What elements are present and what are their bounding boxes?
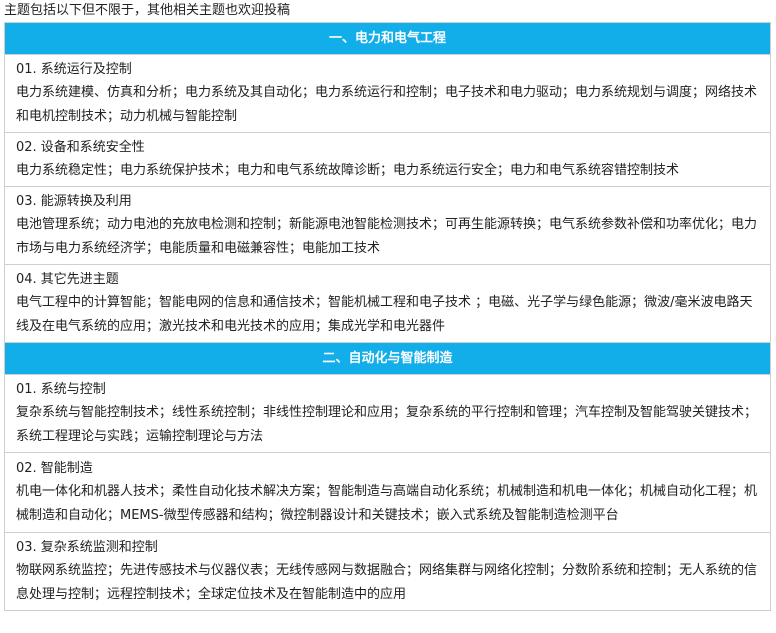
- topic-item: 01. 系统与控制 复杂系统与智能控制技术；线性系统控制；非线性控制理论和应用；…: [5, 375, 770, 453]
- topic-item: 02. 设备和系统安全性 电力系统稳定性；电力系统保护技术；电力和电气系统故障诊…: [5, 133, 770, 187]
- topic-description: 物联网系统监控；先进传感技术与仪器仪表；无线传感网与数据融合；网络集群与网络化控…: [16, 563, 758, 602]
- topic-title: 02. 智能制造: [16, 461, 93, 476]
- topic-item: 03. 复杂系统监测和控制 物联网系统监控；先进传感技术与仪器仪表；无线传感网与…: [5, 533, 770, 610]
- topic-item: 01. 系统运行及控制 电力系统建模、仿真和分析；电力系统及其自动化；电力系统运…: [5, 55, 770, 133]
- topic-description: 电力系统建模、仿真和分析；电力系统及其自动化；电力系统运行和控制；电子技术和电力…: [16, 85, 758, 124]
- topic-title: 03. 复杂系统监测和控制: [16, 540, 158, 555]
- topic-item: 03. 能源转换及利用 电池管理系统；动力电池的充放电检测和控制；新能源电池智能…: [5, 187, 770, 265]
- topic-title: 04. 其它先进主题: [16, 272, 119, 287]
- topic-description: 复杂系统与智能控制技术；线性系统控制；非线性控制理论和应用；复杂系统的平行控制和…: [16, 405, 758, 444]
- topic-description: 机电一体化和机器人技术；柔性自动化技术解决方案；智能制造与高端自动化系统；机械制…: [16, 484, 758, 523]
- topics-table: 一、电力和电气工程 01. 系统运行及控制 电力系统建模、仿真和分析；电力系统及…: [4, 22, 771, 611]
- topic-title: 01. 系统运行及控制: [16, 62, 132, 77]
- topic-description: 电力系统稳定性；电力系统保护技术；电力和电气系统故障诊断；电力系统运行安全；电力…: [16, 163, 680, 178]
- topic-item: 02. 智能制造 机电一体化和机器人技术；柔性自动化技术解决方案；智能制造与高端…: [5, 453, 770, 533]
- section-header-electrical: 一、电力和电气工程: [5, 23, 770, 55]
- intro-text: 主题包括以下但不限于，其他相关主题也欢迎投稿: [4, 3, 291, 18]
- section-header-automation: 二、自动化与智能制造: [5, 343, 770, 375]
- topic-item: 04. 其它先进主题 电气工程中的计算智能；智能电网的信息和通信技术；智能机械工…: [5, 265, 770, 343]
- topic-description: 电气工程中的计算智能；智能电网的信息和通信技术；智能机械工程和电子技术 ；电磁、…: [16, 295, 753, 334]
- topic-title: 01. 系统与控制: [16, 382, 106, 397]
- topic-title: 02. 设备和系统安全性: [16, 140, 145, 155]
- topic-title: 03. 能源转换及利用: [16, 194, 132, 209]
- topic-description: 电池管理系统；动力电池的充放电检测和控制；新能源电池智能检测技术；可再生能源转换…: [16, 217, 758, 256]
